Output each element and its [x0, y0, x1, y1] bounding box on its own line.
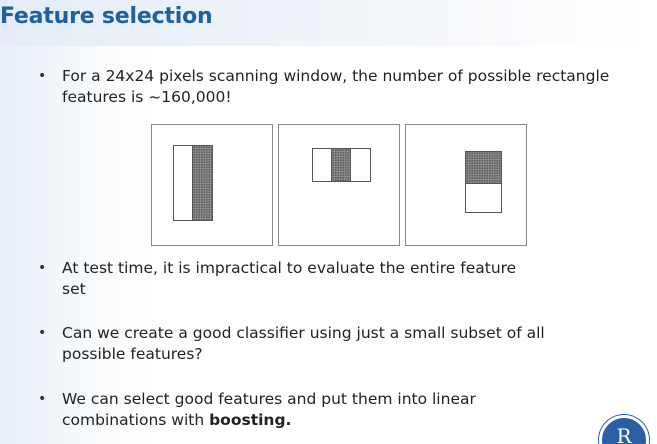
bullet-item-1: • For a 24x24 pixels scanning window, th…: [38, 66, 642, 108]
feature-white-region: [350, 148, 371, 182]
feature-panel-2: [278, 124, 400, 246]
slide: Feature selection • For a 24x24 pixels s…: [0, 0, 657, 444]
bullet-marker: •: [38, 325, 47, 341]
logo: R: [599, 415, 649, 444]
bullet-text: At test time, it is impractical to evalu…: [62, 259, 517, 298]
slide-title: Feature selection: [0, 4, 213, 29]
bullet-item-4: • We can select good features and put th…: [38, 389, 582, 431]
bullet-item-2: • At test time, it is impractical to eva…: [38, 258, 542, 300]
feature-panel-1: [151, 124, 273, 246]
bullet-marker: •: [38, 391, 47, 407]
feature-white-region: [312, 148, 332, 182]
bullet-item-3: • Can we create a good classifier using …: [38, 323, 602, 365]
bullet-marker: •: [38, 68, 47, 84]
bullet-marker: •: [38, 260, 47, 276]
feature-dark-region: [192, 145, 213, 221]
bullet-text: For a 24x24 pixels scanning window, the …: [62, 67, 610, 106]
feature-white-region: [173, 145, 193, 221]
feature-white-region: [465, 183, 502, 213]
logo-letter: R: [616, 424, 632, 444]
feature-panel-3: [405, 124, 527, 246]
bullet-text-bold: boosting.: [209, 411, 292, 429]
bullet-text: Can we create a good classifier using ju…: [62, 324, 545, 363]
bullet-text: We can select good features and put them…: [62, 389, 582, 431]
feature-dark-region: [465, 151, 502, 184]
feature-dark-region: [331, 148, 351, 182]
